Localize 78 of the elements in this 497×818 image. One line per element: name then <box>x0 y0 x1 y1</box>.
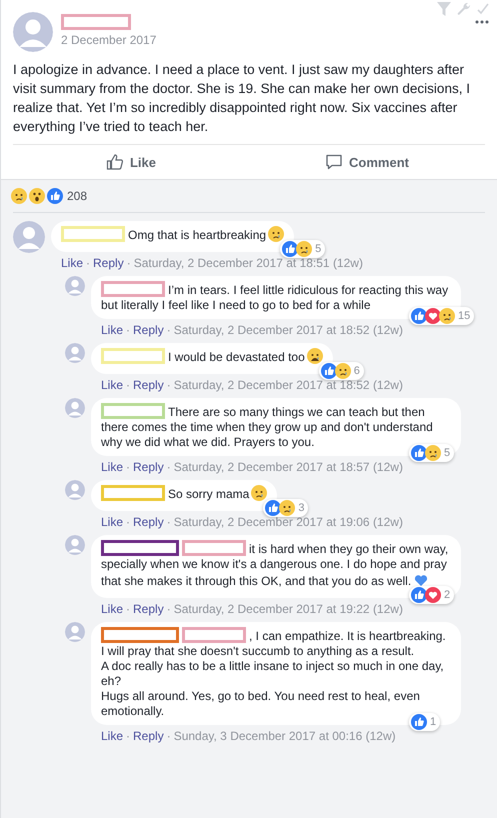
separator-dot: · <box>126 515 130 529</box>
separator-dot: · <box>126 378 130 392</box>
like-reaction-icon <box>265 500 282 516</box>
face-emoji-icon <box>306 348 323 364</box>
sad-reaction-icon <box>334 363 351 379</box>
like-link[interactable]: Like <box>101 729 124 743</box>
comment-timestamp: Saturday, 2 December 2017 at 19:22 (12w) <box>174 602 403 616</box>
separator-dot: · <box>86 256 90 270</box>
reaction-count[interactable]: 208 <box>67 189 88 203</box>
sad-reaction-icon <box>425 445 441 461</box>
reply-link[interactable]: Reply <box>133 602 164 616</box>
comment-timestamp: Saturday, 2 December 2017 at 18:52 (12w) <box>174 323 403 337</box>
separator-dot: · <box>126 602 130 616</box>
thumbs-up-icon <box>106 153 124 171</box>
reply-link[interactable]: Reply <box>133 515 164 529</box>
avatar[interactable] <box>65 622 85 642</box>
avatar[interactable] <box>65 343 85 363</box>
reaction-count: 2 <box>444 589 450 601</box>
reply-link[interactable]: Reply <box>133 460 164 474</box>
reaction-count: 5 <box>444 447 450 459</box>
comment-timestamp: Saturday, 2 December 2017 at 19:06 (12w) <box>174 515 403 529</box>
wow-reaction-icon <box>29 188 45 204</box>
like-button[interactable]: Like <box>13 145 249 179</box>
face-emoji-icon <box>268 226 284 242</box>
separator-dot: · <box>126 460 130 474</box>
comment-timestamp: Saturday, 2 December 2017 at 18:57 (12w) <box>174 460 403 474</box>
comment-text: So sorry mama <box>91 480 278 511</box>
comment-timestamp: Saturday, 2 December 2017 at 18:51 (12w) <box>134 256 363 270</box>
speech-bubble-icon <box>325 153 344 171</box>
like-reaction-icon <box>320 363 337 379</box>
reply-link[interactable]: Reply <box>133 323 164 337</box>
like-link[interactable]: Like <box>101 602 124 616</box>
reaction-count: 5 <box>315 243 322 255</box>
post-text: I apologize in advance. I need a place to vent. I just saw my daughters after visit summary from the doctor. She is 19. She can make her own decisions, I realize that. Yet I’m so incredibly disappointed right now. Six vaccines after everything I’ve tried to teach her. <box>13 61 471 136</box>
like-reaction-icon <box>411 308 427 324</box>
comment-button[interactable]: Comment <box>249 145 485 179</box>
reaction-count: 3 <box>298 502 304 514</box>
sad-reaction-icon <box>279 500 296 516</box>
avatar[interactable] <box>65 480 85 500</box>
avatar[interactable] <box>13 12 53 52</box>
separator-dot: · <box>166 378 171 392</box>
comment-text: I would be devastated too <box>91 343 333 374</box>
separator-dot: · <box>166 729 171 743</box>
separator-dot: · <box>166 460 171 474</box>
like-reaction-icon <box>47 188 63 204</box>
like-link[interactable]: Like <box>61 256 84 270</box>
check-icon[interactable] <box>477 3 489 15</box>
sad-reaction-icon <box>439 308 455 324</box>
reply-link[interactable]: Reply <box>133 729 164 743</box>
face-emoji-icon <box>251 485 268 501</box>
reaction-count: 1 <box>430 716 436 728</box>
comment-text: Omg that is heartbreaking <box>51 221 294 252</box>
separator-dot: · <box>166 602 171 616</box>
separator-dot: · <box>166 323 171 337</box>
avatar[interactable] <box>65 398 85 418</box>
separator-dot: · <box>166 515 171 529</box>
sad-reaction-icon <box>296 241 312 257</box>
sad-reaction-icon <box>11 188 27 204</box>
avatar[interactable] <box>13 221 45 253</box>
reply-link[interactable]: Reply <box>93 256 124 270</box>
separator-dot: · <box>126 256 131 270</box>
love-reaction-icon <box>425 308 441 324</box>
reaction-count: 15 <box>458 310 470 322</box>
like-reaction-icon <box>282 241 298 257</box>
like-link[interactable]: Like <box>101 378 124 392</box>
comment-timestamp: Saturday, 2 December 2017 at 18:52 (12w) <box>174 378 403 392</box>
separator-dot: · <box>126 729 130 743</box>
reaction-count: 6 <box>354 365 360 377</box>
like-link[interactable]: Like <box>101 515 124 529</box>
like-link[interactable]: Like <box>101 323 124 337</box>
more-icon[interactable] <box>475 20 489 24</box>
avatar[interactable] <box>65 535 85 555</box>
separator-dot: · <box>126 323 130 337</box>
avatar[interactable] <box>65 276 85 296</box>
comment-timestamp: Sunday, 3 December 2017 at 00:16 (12w) <box>174 729 396 743</box>
like-link[interactable]: Like <box>101 460 124 474</box>
reply-link[interactable]: Reply <box>133 378 164 392</box>
filter-icon[interactable] <box>437 2 451 16</box>
